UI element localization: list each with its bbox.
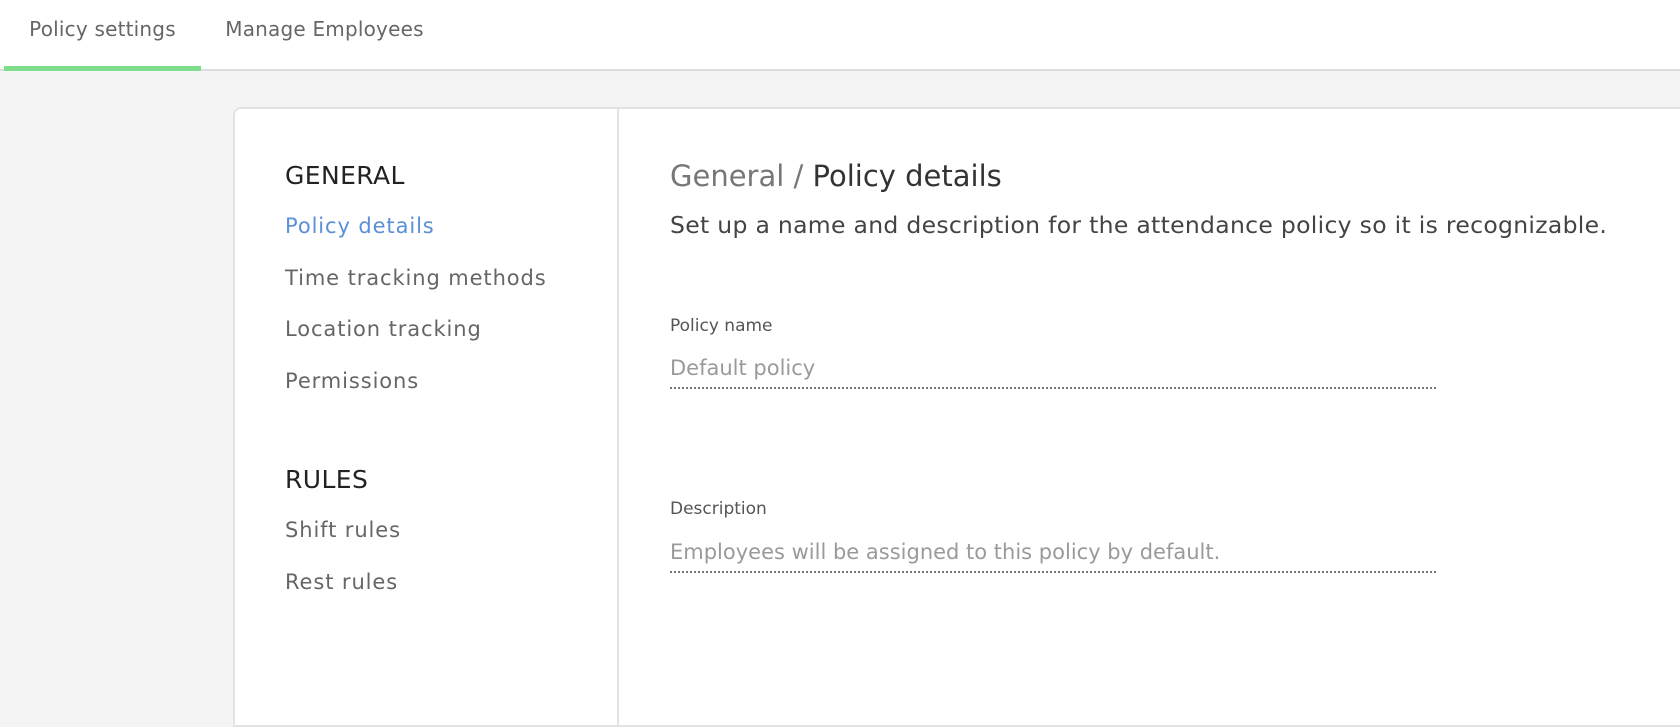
policy-name-input[interactable]: [670, 349, 1436, 389]
policy-name-label: Policy name: [670, 316, 773, 336]
breadcrumb-parent[interactable]: General: [670, 159, 784, 193]
breadcrumb: General / Policy details: [670, 159, 1002, 193]
description-label: Description: [670, 499, 767, 519]
breadcrumb-separator: /: [784, 159, 813, 193]
description-input[interactable]: [670, 533, 1436, 573]
sidebar-item-time-tracking-methods[interactable]: Time tracking methods: [285, 266, 547, 290]
tab-manage-employees[interactable]: Manage Employees: [209, 0, 440, 71]
policy-settings-card: GENERAL Policy details Time tracking met…: [233, 107, 1680, 727]
tab-policy-settings[interactable]: Policy settings: [4, 0, 201, 71]
sidebar-heading-general: GENERAL: [285, 161, 405, 190]
sidebar-heading-rules: RULES: [285, 465, 369, 494]
active-tab-indicator: [4, 66, 201, 71]
page-subtitle: Set up a name and description for the at…: [670, 211, 1608, 239]
sidebar-item-permissions[interactable]: Permissions: [285, 369, 419, 393]
breadcrumb-current: Policy details: [812, 159, 1002, 193]
sidebar-item-policy-details[interactable]: Policy details: [285, 214, 435, 238]
settings-sidebar: GENERAL Policy details Time tracking met…: [235, 109, 619, 725]
sidebar-item-rest-rules[interactable]: Rest rules: [285, 570, 398, 594]
sidebar-item-shift-rules[interactable]: Shift rules: [285, 518, 401, 542]
tab-bar: Policy settings Manage Employees: [0, 0, 1680, 71]
sidebar-item-location-tracking[interactable]: Location tracking: [285, 317, 482, 341]
